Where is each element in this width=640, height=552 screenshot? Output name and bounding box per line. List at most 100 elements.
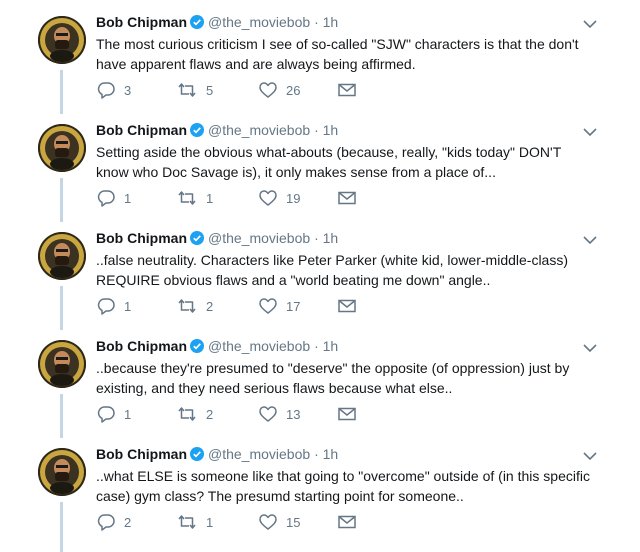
tweet-header: Bob Chipman @the_moviebob · 1h	[96, 13, 338, 33]
like-count: 19	[286, 190, 301, 206]
retweet-icon	[176, 405, 198, 423]
envelope-icon	[338, 191, 356, 205]
avatar[interactable]	[38, 232, 86, 280]
retweet-count: 2	[206, 406, 214, 422]
envelope-icon	[338, 407, 356, 421]
reply-count: 1	[124, 190, 132, 206]
chevron-down-icon[interactable]	[580, 232, 600, 248]
dm-button[interactable]	[338, 511, 356, 533]
reply-icon	[96, 81, 116, 99]
retweet-button[interactable]: 2	[176, 403, 213, 425]
reply-icon	[96, 297, 116, 315]
separator: ·	[314, 230, 319, 246]
avatar[interactable]	[38, 124, 86, 172]
retweet-count: 5	[206, 82, 214, 98]
like-count: 15	[286, 514, 301, 530]
tweet-text: ..because they're presumed to "deserve" …	[96, 360, 570, 396]
dm-button[interactable]	[338, 295, 356, 317]
verified-badge-icon	[190, 123, 204, 141]
tweet-text: Setting aside the obvious what-abouts (b…	[96, 144, 562, 180]
separator: ·	[314, 338, 319, 354]
tweet[interactable]: Bob Chipman @the_moviebob · 1h Setting as…	[0, 108, 640, 222]
reply-icon	[96, 513, 116, 531]
avatar[interactable]	[38, 448, 86, 496]
tweet-text: ..what ELSE is someone like that going t…	[96, 468, 590, 504]
tweet[interactable]: Bob Chipman @the_moviebob · 1h ..because …	[0, 324, 640, 438]
reply-count: 1	[124, 298, 132, 314]
envelope-icon	[338, 83, 356, 97]
reply-icon	[96, 405, 116, 423]
author-name[interactable]: Bob Chipman	[96, 446, 187, 462]
reply-button[interactable]: 1	[96, 187, 131, 209]
tweet-text: The most curious criticism I see of so-c…	[96, 36, 579, 72]
author-handle[interactable]: @the_moviebob	[208, 122, 310, 138]
reply-button[interactable]: 3	[96, 79, 131, 101]
retweet-button[interactable]: 2	[176, 295, 213, 317]
like-button[interactable]: 19	[258, 187, 300, 209]
tweet[interactable]: Bob Chipman @the_moviebob · 1h ..false ne…	[0, 216, 640, 330]
envelope-icon	[338, 299, 356, 313]
like-button[interactable]: 26	[258, 79, 300, 101]
avatar[interactable]	[38, 16, 86, 64]
retweet-icon	[176, 297, 198, 315]
chevron-down-icon[interactable]	[580, 448, 600, 464]
dm-button[interactable]	[338, 79, 356, 101]
thread-connector	[60, 502, 63, 552]
retweet-button[interactable]: 5	[176, 79, 213, 101]
like-count: 26	[286, 82, 301, 98]
heart-icon	[258, 405, 278, 423]
author-name[interactable]: Bob Chipman	[96, 122, 187, 138]
like-button[interactable]: 15	[258, 511, 300, 533]
tweet-header: Bob Chipman @the_moviebob · 1h	[96, 229, 338, 249]
dm-button[interactable]	[338, 403, 356, 425]
timestamp[interactable]: 1h	[323, 230, 339, 246]
envelope-icon	[338, 515, 356, 529]
timestamp[interactable]: 1h	[323, 122, 339, 138]
separator: ·	[314, 14, 319, 30]
like-button[interactable]: 13	[258, 403, 300, 425]
tweet-text: ..false neutrality. Characters like Pete…	[96, 252, 569, 288]
tweet-header: Bob Chipman @the_moviebob · 1h	[96, 121, 338, 141]
like-count: 13	[286, 406, 301, 422]
chevron-down-icon[interactable]	[580, 124, 600, 140]
tweet-thread: Bob Chipman @the_moviebob · 1h The most c…	[0, 0, 640, 552]
retweet-count: 2	[206, 298, 214, 314]
retweet-button[interactable]: 1	[176, 187, 213, 209]
author-handle[interactable]: @the_moviebob	[208, 14, 310, 30]
separator: ·	[314, 446, 319, 462]
retweet-icon	[176, 189, 198, 207]
reply-count: 2	[124, 514, 132, 530]
tweet-header: Bob Chipman @the_moviebob · 1h	[96, 337, 338, 357]
dm-button[interactable]	[338, 187, 356, 209]
verified-badge-icon	[190, 15, 204, 33]
retweet-count: 1	[206, 190, 214, 206]
tweet[interactable]: Bob Chipman @the_moviebob · 1h The most c…	[0, 0, 640, 114]
separator: ·	[314, 122, 319, 138]
heart-icon	[258, 189, 278, 207]
author-name[interactable]: Bob Chipman	[96, 338, 187, 354]
reply-button[interactable]: 1	[96, 295, 131, 317]
chevron-down-icon[interactable]	[580, 16, 600, 32]
avatar[interactable]	[38, 340, 86, 388]
author-handle[interactable]: @the_moviebob	[208, 338, 310, 354]
retweet-button[interactable]: 1	[176, 511, 213, 533]
author-handle[interactable]: @the_moviebob	[208, 230, 310, 246]
reply-button[interactable]: 2	[96, 511, 131, 533]
tweet[interactable]: Bob Chipman @the_moviebob · 1h ..what ELS…	[0, 432, 640, 552]
timestamp[interactable]: 1h	[323, 338, 339, 354]
like-button[interactable]: 17	[258, 295, 300, 317]
verified-badge-icon	[190, 447, 204, 465]
chevron-down-icon[interactable]	[580, 340, 600, 356]
reply-count: 1	[124, 406, 132, 422]
reply-button[interactable]: 1	[96, 403, 131, 425]
heart-icon	[258, 81, 278, 99]
verified-badge-icon	[190, 231, 204, 249]
timestamp[interactable]: 1h	[323, 446, 339, 462]
timestamp[interactable]: 1h	[323, 14, 339, 30]
verified-badge-icon	[190, 339, 204, 357]
author-name[interactable]: Bob Chipman	[96, 230, 187, 246]
reply-icon	[96, 189, 116, 207]
author-name[interactable]: Bob Chipman	[96, 14, 187, 30]
heart-icon	[258, 297, 278, 315]
author-handle[interactable]: @the_moviebob	[208, 446, 310, 462]
